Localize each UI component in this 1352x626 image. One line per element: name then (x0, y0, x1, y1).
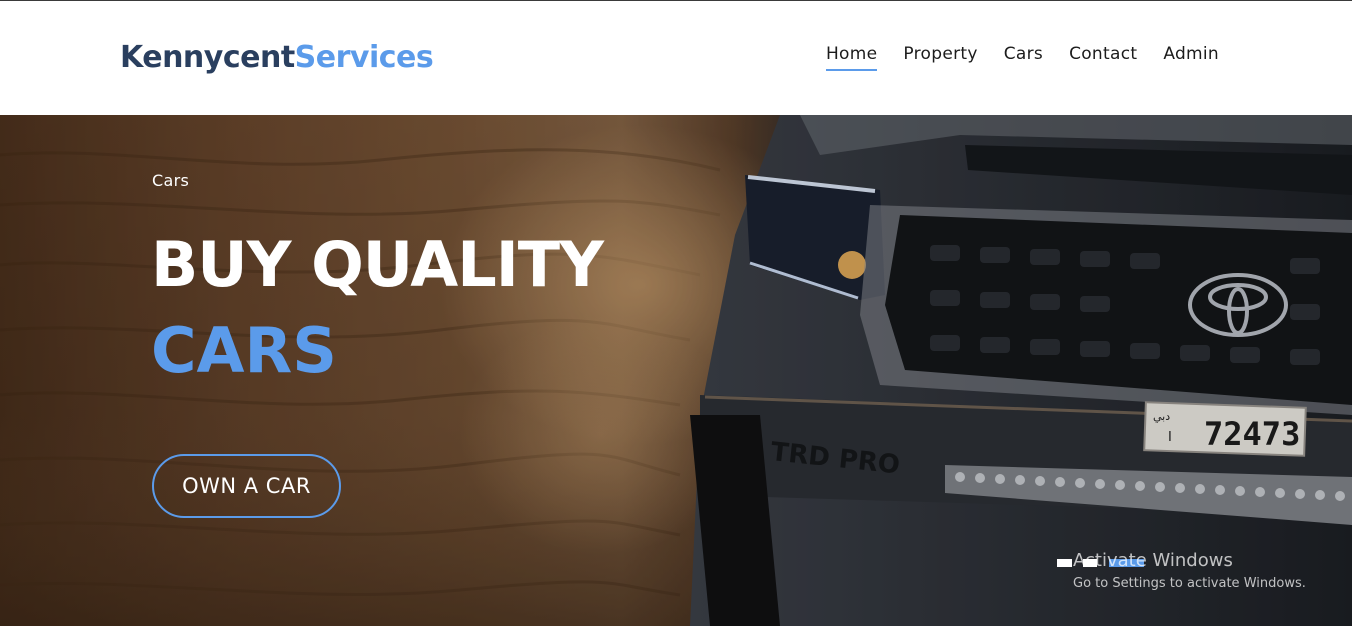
nav-link-property[interactable]: Property (903, 41, 977, 70)
hero-title-line-2: CARS (151, 314, 337, 387)
hero-section: TRD PRO دبي I 72473 Cars BUY QUALITY CAR… (0, 115, 1352, 626)
activate-windows-subtitle: Go to Settings to activate Windows. (1073, 576, 1306, 591)
logo-text-primary: Kennycent (120, 40, 295, 75)
hero-eyebrow: Cars (152, 171, 190, 190)
hero-title-line-1: BUY QUALITY (151, 228, 604, 301)
nav-link-cars[interactable]: Cars (1004, 41, 1043, 70)
nav-link-contact[interactable]: Contact (1069, 41, 1137, 70)
main-navigation: Home Property Cars Contact Admin (825, 41, 1219, 71)
page: KennycentServices Home Property Cars Con… (0, 0, 1352, 626)
nav-link-admin[interactable]: Admin (1163, 41, 1219, 70)
own-a-car-button[interactable]: OWN A CAR (152, 454, 341, 518)
nav-link-home[interactable]: Home (825, 41, 878, 71)
activate-windows-title: Activate Windows (1073, 550, 1233, 571)
logo-text-accent: Services (294, 40, 434, 75)
site-header: KennycentServices Home Property Cars Con… (0, 1, 1352, 115)
site-logo[interactable]: KennycentServices (120, 39, 434, 77)
activate-windows-watermark: Activate Windows Go to Settings to activ… (1073, 549, 1343, 594)
